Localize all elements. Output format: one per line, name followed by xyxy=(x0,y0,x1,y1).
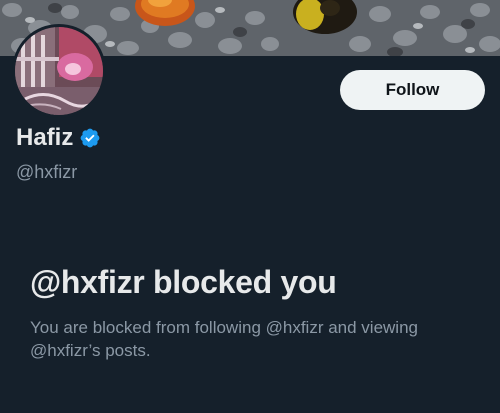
profile-avatar[interactable] xyxy=(12,24,106,118)
name-row: Hafiz xyxy=(16,124,101,152)
display-name: Hafiz xyxy=(16,124,74,151)
verified-badge-icon xyxy=(79,127,101,149)
blocked-description: You are blocked from following @hxfizr a… xyxy=(30,318,418,360)
profile-handle: @hxfizr xyxy=(16,162,78,182)
avatar-image xyxy=(15,27,103,115)
follow-button[interactable]: Follow xyxy=(340,70,485,110)
blocked-title: @hxfizr blocked you xyxy=(30,264,337,300)
